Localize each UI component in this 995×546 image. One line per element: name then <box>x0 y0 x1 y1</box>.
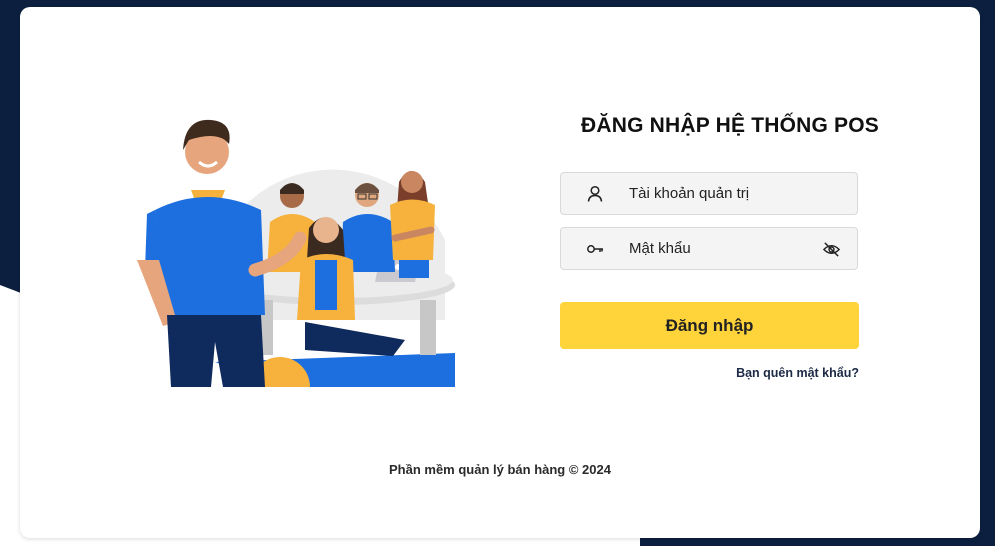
login-button[interactable]: Đăng nhập <box>560 302 859 349</box>
footer-copyright: Phần mềm quản lý bán hàng © 2024 <box>389 462 611 477</box>
password-input[interactable] <box>629 228 809 269</box>
team-illustration <box>137 119 455 387</box>
username-input[interactable] <box>629 173 809 214</box>
user-icon <box>587 185 603 202</box>
username-field[interactable] <box>560 172 858 215</box>
page-title: ĐĂNG NHẬP HỆ THỐNG POS <box>580 114 880 137</box>
key-icon <box>587 245 603 253</box>
password-field[interactable] <box>560 227 858 270</box>
eye-off-icon[interactable] <box>822 240 841 259</box>
forgot-password-link[interactable]: Bạn quên mật khẩu? <box>700 366 859 380</box>
